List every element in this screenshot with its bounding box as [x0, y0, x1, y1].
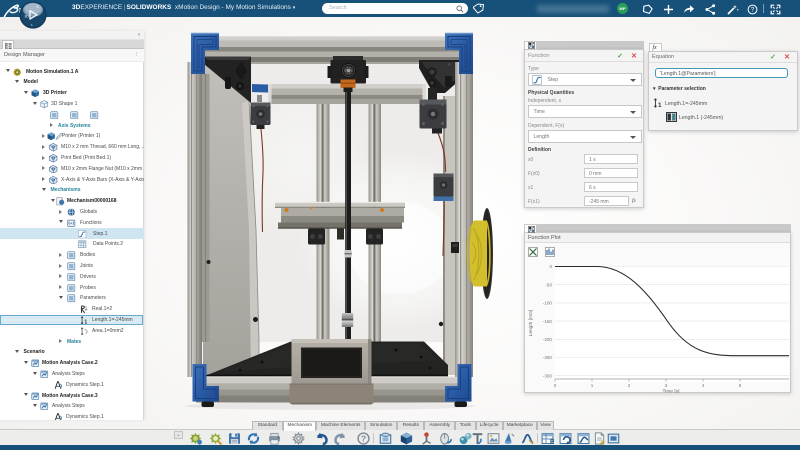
svg-text:?: ?: [360, 433, 365, 443]
svg-text:3D: 3D: [25, 14, 30, 18]
svg-text:▴: ▴: [30, 23, 33, 27]
svg-text:3: 3: [665, 383, 668, 388]
svg-text:1: 1: [591, 383, 594, 388]
svg-text:-200: -200: [543, 337, 553, 342]
svg-text:Time [s]: Time [s]: [663, 389, 680, 394]
svg-text:0: 0: [549, 264, 552, 269]
svg-text:Length [mm]: Length [mm]: [528, 310, 534, 337]
svg-text:?: ?: [751, 6, 755, 13]
svg-text:-100: -100: [543, 301, 553, 306]
svg-text:-50: -50: [545, 282, 552, 287]
svg-text:4: 4: [702, 383, 705, 388]
svg-text:-300: -300: [543, 373, 553, 378]
svg-text:B: B: [549, 437, 553, 445]
svg-text:5: 5: [739, 383, 742, 388]
svg-text:-250: -250: [543, 355, 553, 360]
svg-text:-150: -150: [543, 319, 553, 324]
svg-text:2: 2: [628, 383, 631, 388]
svg-text:0: 0: [554, 383, 557, 388]
